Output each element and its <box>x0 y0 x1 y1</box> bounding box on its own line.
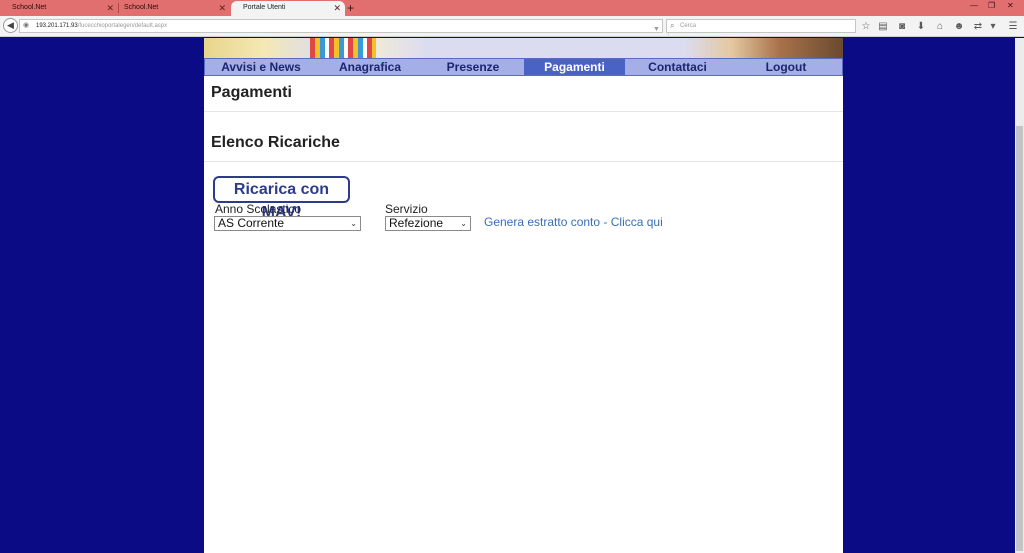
pocket-icon[interactable]: ◙ <box>896 21 908 33</box>
menu-item-anagrafica[interactable]: Anagrafica <box>317 59 423 75</box>
page-scrollbar[interactable] <box>1015 38 1024 553</box>
anno-scolastico-select[interactable]: AS Corrente ⌄ <box>214 216 361 231</box>
browser-tab-strip: School.Net ✕ School.Net ✕ Portale Utenti… <box>0 0 1024 16</box>
clipboard-icon[interactable]: ▤ <box>877 21 889 33</box>
page-info-icon[interactable]: ◉ <box>23 22 29 30</box>
menu-item-logout[interactable]: Logout <box>730 59 842 75</box>
anno-scolastico-label: Anno Scolastico <box>215 202 302 216</box>
menu-item-pagamenti[interactable]: Pagamenti <box>524 59 625 75</box>
divider <box>204 111 843 112</box>
scrollbar-thumb[interactable] <box>1016 126 1023 551</box>
close-icon[interactable]: ✕ <box>333 1 341 15</box>
servizio-value: Refezione <box>389 216 444 230</box>
download-icon[interactable]: ⬇ <box>915 21 927 33</box>
section-title: Elenco Ricariche <box>211 134 340 151</box>
search-icon: ⌕ <box>670 21 675 30</box>
chevron-down-icon: ⌄ <box>350 219 357 228</box>
banner-crayons-image <box>310 38 376 58</box>
menu-item-contattaci[interactable]: Contattaci <box>625 59 730 75</box>
header-banner <box>204 38 843 58</box>
home-icon[interactable]: ⌂ <box>934 21 946 33</box>
history-dropdown-icon[interactable]: ▼ <box>653 23 660 36</box>
main-menu: Avvisi e News Anagrafica Presenze Pagame… <box>204 58 843 76</box>
url-host: 193.201.171.93 <box>36 23 78 29</box>
new-tab-icon[interactable]: + <box>347 0 354 16</box>
menu-item-presenze[interactable]: Presenze <box>423 59 523 75</box>
banner-fade <box>376 38 426 58</box>
browser-nav-bar: ◀ ◉ 193.201.171.93/fucecchioportalegen/d… <box>0 16 1024 37</box>
tab-title: School.Net <box>12 4 47 11</box>
restore-icon[interactable]: ❐ <box>988 0 995 12</box>
banner-right-image <box>684 38 843 58</box>
url-path: /fucecchioportalegen/default.aspx <box>77 23 168 29</box>
page-container: Avvisi e News Anagrafica Presenze Pagame… <box>204 38 843 553</box>
bookmark-star-icon[interactable]: ☆ <box>860 21 872 33</box>
close-window-icon[interactable]: ✕ <box>1007 0 1014 12</box>
sync-icon[interactable]: ⇄ <box>972 21 984 33</box>
tab-title: School.Net <box>124 4 159 11</box>
minimize-icon[interactable]: — <box>970 0 978 12</box>
menu-hamburger-icon[interactable]: ☰ <box>1007 21 1019 33</box>
browser-tab-active[interactable]: Portale Utenti ✕ <box>231 1 345 16</box>
servizio-select[interactable]: Refezione ⌄ <box>385 216 471 231</box>
address-bar[interactable]: ◉ 193.201.171.93/fucecchioportalegen/def… <box>19 19 679 37</box>
banner-left-image <box>204 38 324 58</box>
ricarica-mav-button[interactable]: Ricarica con MAV! <box>213 176 350 221</box>
close-icon[interactable]: ✕ <box>218 1 226 15</box>
search-placeholder: Cerca <box>680 23 697 29</box>
estratto-conto-link[interactable]: Genera estratto conto - Clicca qui <box>484 215 663 229</box>
menu-item-avvisi[interactable]: Avvisi e News <box>205 59 317 75</box>
chevron-down-icon: ⌄ <box>460 219 467 228</box>
divider <box>204 161 843 162</box>
browser-tab[interactable]: School.Net ✕ <box>0 1 118 16</box>
servizio-label: Servizio <box>385 202 428 216</box>
overflow-chevron-icon[interactable]: ▾ <box>987 21 999 33</box>
page-title: Pagamenti <box>211 84 292 101</box>
search-input[interactable]: ⌕ Cerca <box>666 19 856 33</box>
anno-scolastico-value: AS Corrente <box>218 216 285 230</box>
tab-title: Portale Utenti <box>243 4 286 11</box>
browser-tab[interactable]: School.Net ✕ <box>112 1 230 16</box>
chat-icon[interactable]: ☻ <box>953 21 965 33</box>
back-arrow-icon[interactable]: ◀ <box>3 18 18 33</box>
